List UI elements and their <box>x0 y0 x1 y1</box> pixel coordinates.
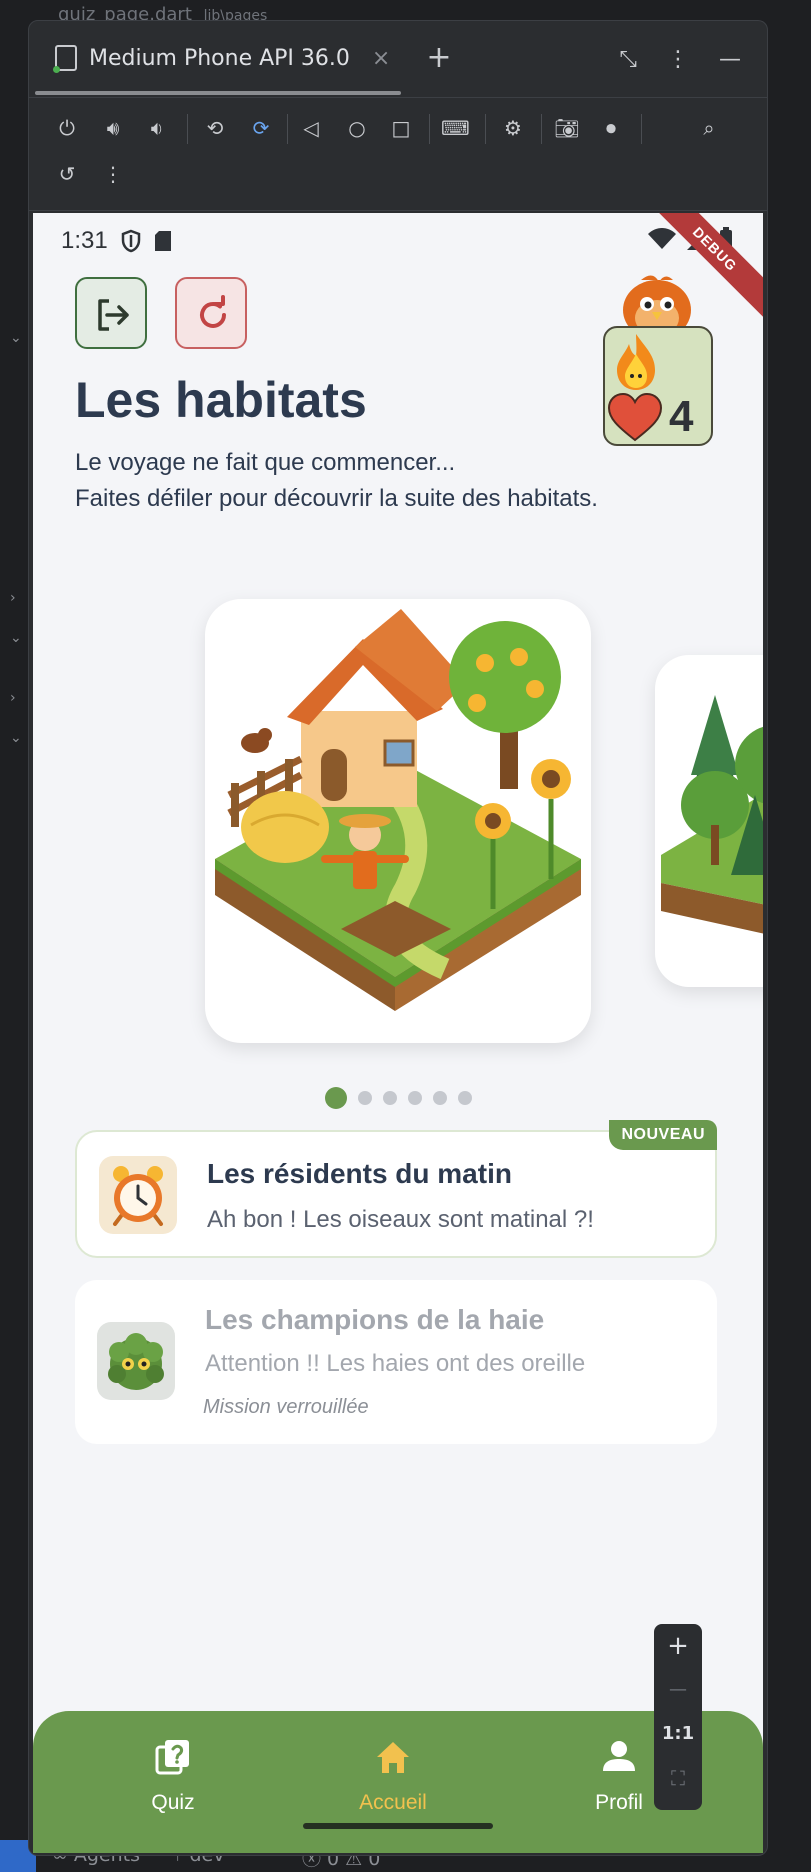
stats-card: 4 <box>603 326 713 446</box>
mission-icon-box <box>99 1156 177 1234</box>
habitat-card-forest[interactable] <box>655 655 763 987</box>
shield-icon <box>121 229 140 253</box>
habitat-card-farm[interactable] <box>205 599 591 1043</box>
rotate-left-icon[interactable]: ⟲ <box>201 114 229 142</box>
ide-chevron-icon[interactable]: › <box>10 590 16 606</box>
nav-item-quiz[interactable]: Quiz <box>103 1737 243 1815</box>
quiz-icon <box>155 1740 189 1775</box>
emulator-title-bar: Medium Phone API 36.0 × + ⤡ ⋮ — <box>29 21 767 95</box>
device-settings-icon[interactable]: ⚙ <box>499 114 527 142</box>
lives-count: 4 <box>669 392 694 441</box>
refresh-button[interactable] <box>175 277 247 349</box>
status-time: 1:31 <box>61 227 108 254</box>
fit-screen-icon[interactable]: ⛶ <box>654 1756 702 1800</box>
nav-label-accueil: Accueil <box>359 1791 427 1814</box>
power-icon[interactable]: ⏻ <box>53 114 81 142</box>
forest-habitat-illustration <box>661 695 763 934</box>
toolbar-separator <box>187 114 188 144</box>
emulator-window: Medium Phone API 36.0 × + ⤡ ⋮ — ⏻ 🔊︎ 🔉︎ … <box>28 20 768 1856</box>
carousel-dot[interactable] <box>358 1091 372 1105</box>
mission-description: Ah bon ! Les oiseaux sont matinal ?! <box>207 1206 594 1233</box>
logout-button[interactable] <box>75 277 147 349</box>
flame-icon <box>617 334 655 390</box>
carousel-dot[interactable] <box>458 1091 472 1105</box>
mission-locked-label: Mission verrouillée <box>203 1396 369 1418</box>
close-tab-icon[interactable]: × <box>372 46 390 71</box>
toolbar-separator <box>429 114 430 144</box>
emulator-zoom-controls: + — 1:1 ⛶ <box>654 1624 702 1810</box>
video-record-icon[interactable]: ⏺ <box>597 114 625 142</box>
more-tools-icon[interactable]: ⋮ <box>99 160 127 188</box>
emulator-device-tab[interactable]: Medium Phone API 36.0 × + <box>53 43 451 73</box>
volume-up-icon[interactable]: 🔊︎ <box>99 114 127 142</box>
toolbar-separator <box>287 114 288 144</box>
page-title: Les habitats <box>75 372 367 428</box>
keyboard-icon[interactable]: ⌨ <box>441 114 470 142</box>
mission-card-morning[interactable]: Les résidents du matin Ah bon ! Les oise… <box>75 1120 717 1258</box>
carousel-dot[interactable] <box>408 1091 422 1105</box>
ide-chevron-icon[interactable]: ⌄ <box>10 730 22 746</box>
toolbar-separator <box>641 114 642 144</box>
ide-left-gutter: ⌄ › ⌄ › ⌄ <box>0 30 30 1830</box>
active-tab-indicator <box>35 91 401 95</box>
home-icon[interactable]: ○ <box>343 114 371 142</box>
mission-card-hedge[interactable]: Les champions de la haie Attention !! Le… <box>75 1280 717 1444</box>
back-icon[interactable]: ◁ <box>297 114 325 142</box>
home-icon <box>377 1742 409 1773</box>
volume-down-icon[interactable]: 🔉︎ <box>143 114 171 142</box>
person-icon <box>603 1741 635 1771</box>
device-icon <box>53 45 77 73</box>
mission-icon-box <box>97 1322 175 1400</box>
carousel-dot[interactable] <box>383 1091 397 1105</box>
mission-description: Attention !! Les haies ont des oreille <box>205 1350 586 1377</box>
carousel-dot[interactable] <box>433 1091 447 1105</box>
ide-chevron-icon[interactable]: ⌄ <box>10 330 22 346</box>
subtitle-line-2: Faites défiler pour découvrir la suite d… <box>75 485 598 512</box>
snapshot-history-icon[interactable]: ↺ <box>53 160 81 188</box>
camera-icon[interactable]: 📷︎ <box>553 114 581 142</box>
nav-label-quiz: Quiz <box>151 1791 195 1814</box>
toolbar-separator <box>541 114 542 144</box>
alarm-clock-icon <box>113 1166 163 1226</box>
logout-icon <box>98 299 129 331</box>
sd-card-icon <box>154 231 171 251</box>
ide-chevron-icon[interactable]: › <box>10 690 16 706</box>
layout-inspect-icon[interactable]: ⌕ <box>695 114 723 142</box>
wifi-icon <box>648 228 676 249</box>
carousel-page-indicator <box>325 1087 472 1109</box>
emulator-toolbar: ⏻ 🔊︎ 🔉︎ ⟲ ⟳ ◁ ○ □ ⌨ ⚙ 📷︎ ⏺ ⌕ ↺ ⋮ <box>29 97 767 211</box>
mission-title: Les résidents du matin <box>207 1158 512 1189</box>
page-subtitle: Le voyage ne fait que commencer... Faite… <box>75 445 715 517</box>
subtitle-line-1: Le voyage ne fait que commencer... <box>75 449 456 476</box>
carousel-dot[interactable] <box>325 1087 347 1109</box>
phone-screen: 1:31 DEBUG Les habitats Le voyage ne fai… <box>33 213 763 1853</box>
nav-item-accueil[interactable]: Accueil <box>323 1737 463 1815</box>
zoom-ratio-button[interactable]: 1:1 <box>654 1712 702 1756</box>
refresh-icon <box>200 295 226 328</box>
emulator-tab-title: Medium Phone API 36.0 <box>89 45 350 71</box>
overview-icon[interactable]: □ <box>387 114 415 142</box>
rotate-right-icon[interactable]: ⟳ <box>247 114 275 142</box>
toolbar-separator <box>485 114 486 144</box>
stats-widget[interactable]: 4 <box>601 268 721 448</box>
hedge-creature-icon <box>108 1333 164 1390</box>
mission-title: Les champions de la haie <box>205 1304 545 1335</box>
restore-window-icon[interactable]: ⤡ <box>619 47 637 72</box>
farm-habitat-illustration <box>215 609 581 1011</box>
add-tab-icon[interactable]: + <box>426 43 451 73</box>
heart-icon <box>607 392 663 442</box>
gesture-home-indicator[interactable] <box>303 1823 493 1829</box>
ide-chevron-icon[interactable]: ⌄ <box>10 630 22 646</box>
minimize-icon[interactable]: — <box>719 47 741 72</box>
zoom-in-button[interactable]: + <box>654 1624 702 1668</box>
new-badge: NOUVEAU <box>609 1120 717 1150</box>
more-options-icon[interactable]: ⋮ <box>667 47 689 72</box>
status-bar: 1:31 <box>61 227 172 255</box>
zoom-out-button[interactable]: — <box>654 1668 702 1712</box>
